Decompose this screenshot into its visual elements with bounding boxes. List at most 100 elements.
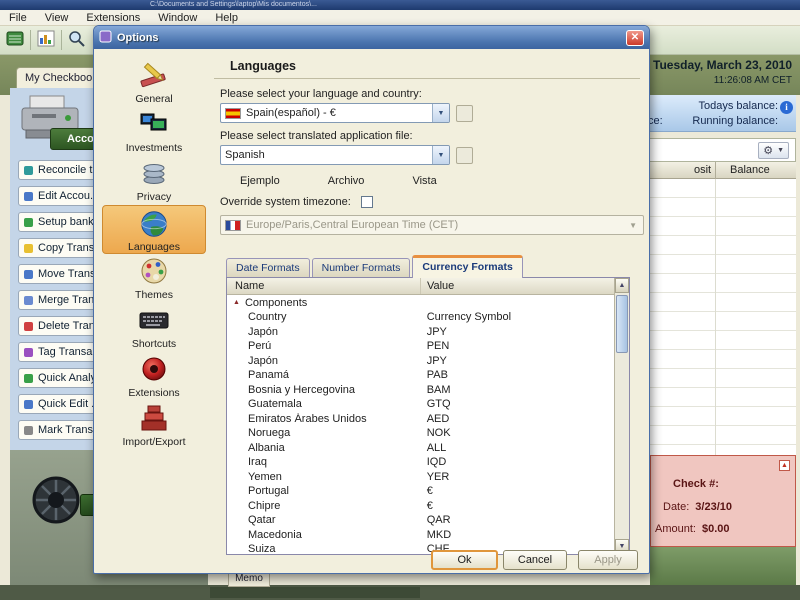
table-row[interactable]: Yemen YER bbox=[227, 470, 614, 485]
chart-icon[interactable] bbox=[37, 30, 55, 51]
options-nav-label: Themes bbox=[135, 289, 173, 301]
filter-combo[interactable]: ⚙ ▼ bbox=[758, 142, 789, 159]
amount-label: Amount: bbox=[655, 523, 696, 535]
table-scrollbar[interactable]: ▲ ▼ bbox=[614, 278, 629, 554]
check-number-label: Check #: bbox=[673, 478, 719, 490]
row-name: Japón bbox=[248, 354, 278, 367]
close-icon[interactable]: ✕ bbox=[626, 29, 644, 46]
menu-window[interactable]: Window bbox=[149, 11, 206, 25]
scrollbar-thumb[interactable] bbox=[616, 295, 628, 353]
table-row[interactable]: Bosnia y Hercegovina BAM bbox=[227, 383, 614, 398]
sample-word: Ejemplo bbox=[240, 175, 280, 187]
sample-menu-row: Ejemplo Archivo Vista bbox=[240, 175, 640, 187]
options-icon bbox=[99, 30, 112, 46]
screen: C:\Documents and Settings\laptop\Mis doc… bbox=[0, 0, 800, 600]
check-panel: Check #: Date: 3/23/10 Amount: $0.00 ▲ bbox=[650, 455, 796, 547]
apply-button[interactable]: Apply bbox=[578, 550, 638, 570]
chevron-down-icon: ▼ bbox=[777, 147, 784, 154]
row-value: QAR bbox=[426, 514, 451, 527]
value-column-header[interactable]: Value bbox=[419, 278, 629, 294]
row-name: Japón bbox=[248, 325, 278, 338]
menu-help[interactable]: Help bbox=[206, 11, 247, 25]
options-nav-extensions[interactable]: Extensions bbox=[102, 352, 206, 401]
row-name: Albania bbox=[248, 441, 285, 454]
format-tabs: Date Formats Number Formats Currency For… bbox=[226, 255, 640, 278]
ledger-icon[interactable] bbox=[6, 30, 24, 51]
deposit-column-header[interactable]: osit bbox=[694, 164, 711, 176]
sidebar-button-icon bbox=[24, 347, 33, 357]
window-title: C:\Documents and Settings\laptop\Mis doc… bbox=[150, 1, 317, 8]
page-title: Languages bbox=[214, 56, 640, 79]
group-label: Components bbox=[244, 296, 308, 309]
table-row[interactable]: Emiratos Árabes Unidos AED bbox=[227, 412, 614, 427]
language-select[interactable]: Spain(español) - € ▼ bbox=[220, 103, 450, 123]
table-row[interactable]: Panamá PAB bbox=[227, 368, 614, 383]
table-row[interactable]: Iraq IQD bbox=[227, 455, 614, 470]
group-row[interactable]: ▲ Components bbox=[227, 295, 629, 310]
options-nav-import-export[interactable]: Import/Export bbox=[102, 401, 206, 450]
table-row[interactable]: Albania ALL bbox=[227, 441, 614, 456]
search-icon[interactable] bbox=[68, 30, 86, 51]
table-row[interactable]: Japón JPY bbox=[227, 325, 614, 340]
table-row[interactable]: Chipre € bbox=[227, 499, 614, 514]
table-row[interactable]: Macedonia MKD bbox=[227, 528, 614, 543]
options-nav-languages[interactable]: Languages bbox=[102, 205, 206, 254]
balance-column-header[interactable]: Balance bbox=[730, 164, 770, 176]
sample-word: Archivo bbox=[327, 175, 365, 187]
translation-select[interactable]: Spanish ▼ bbox=[220, 145, 450, 165]
timezone-checkbox[interactable] bbox=[360, 196, 373, 208]
menu-extensions[interactable]: Extensions bbox=[77, 11, 149, 25]
tab-currency-formats[interactable]: Currency Formats bbox=[412, 255, 523, 278]
name-column-header[interactable]: Name bbox=[227, 278, 420, 294]
options-nav-general[interactable]: General bbox=[102, 58, 206, 107]
scroll-up-icon[interactable]: ▲ bbox=[615, 278, 629, 293]
menu-view[interactable]: View bbox=[36, 11, 78, 25]
investments-icon bbox=[102, 109, 206, 142]
row-name: Macedonia bbox=[248, 528, 302, 541]
general-icon bbox=[102, 60, 206, 93]
row-value: GTQ bbox=[426, 398, 451, 411]
row-value: ALL bbox=[426, 441, 447, 454]
row-value: IQD bbox=[426, 456, 447, 469]
scroll-top-icon[interactable]: ▲ bbox=[779, 460, 790, 471]
ok-button[interactable]: Ok bbox=[431, 550, 498, 570]
table-row[interactable]: Japón JPY bbox=[227, 354, 614, 369]
row-value: BAM bbox=[426, 383, 451, 396]
options-nav-themes[interactable]: Themes bbox=[102, 254, 206, 303]
translation-extra-button[interactable] bbox=[456, 146, 473, 164]
tab-date-formats[interactable]: Date Formats bbox=[226, 258, 310, 277]
tab-my-checkbook[interactable]: My Checkbook bbox=[16, 67, 104, 88]
tab-number-formats[interactable]: Number Formats bbox=[311, 258, 411, 277]
chevron-down-icon[interactable]: ▼ bbox=[432, 146, 449, 164]
dialog-titlebar[interactable]: Options ✕ bbox=[94, 26, 649, 49]
table-row[interactable]: Qatar QAR bbox=[227, 513, 614, 528]
running-balance-label: Running balance: bbox=[692, 115, 778, 127]
table-header: Name Value bbox=[227, 278, 629, 295]
table-row[interactable]: Guatemala GTQ bbox=[227, 397, 614, 412]
info-icon[interactable]: i bbox=[780, 101, 793, 114]
options-nav-label: Shortcuts bbox=[131, 338, 177, 350]
current-time: 11:26:08 AM CET bbox=[713, 75, 792, 86]
menu-file[interactable]: File bbox=[0, 11, 36, 25]
language-value: Spain(español) - € bbox=[246, 107, 336, 119]
options-nav-privacy[interactable]: Privacy bbox=[102, 156, 206, 205]
table-row[interactable]: Perú PEN bbox=[227, 339, 614, 354]
date-box: Tuesday, March 23, 2010 11:26:08 AM CET bbox=[653, 58, 792, 86]
row-value: Currency Symbol bbox=[426, 311, 512, 324]
options-nav-label: Import/Export bbox=[122, 436, 186, 448]
table-row[interactable]: Portugal € bbox=[227, 484, 614, 499]
france-flag-icon bbox=[225, 219, 241, 231]
sidebar-button-icon bbox=[24, 425, 33, 435]
table-row[interactable]: Noruega NOK bbox=[227, 426, 614, 441]
cancel-button[interactable]: Cancel bbox=[503, 550, 567, 570]
timezone-select: Europe/Paris,Central European Time (CET)… bbox=[220, 215, 644, 235]
chevron-down-icon[interactable]: ▼ bbox=[432, 104, 449, 122]
table-row[interactable]: Country Currency Symbol bbox=[227, 310, 614, 325]
language-extra-button[interactable] bbox=[456, 104, 473, 122]
options-nav-investments[interactable]: Investments bbox=[102, 107, 206, 156]
options-nav-shortcuts[interactable]: Shortcuts bbox=[102, 303, 206, 352]
status-bar bbox=[0, 585, 800, 600]
row-name: Portugal bbox=[248, 485, 289, 498]
row-value: € bbox=[426, 499, 433, 512]
translation-label: Please select translated application fil… bbox=[220, 130, 413, 142]
